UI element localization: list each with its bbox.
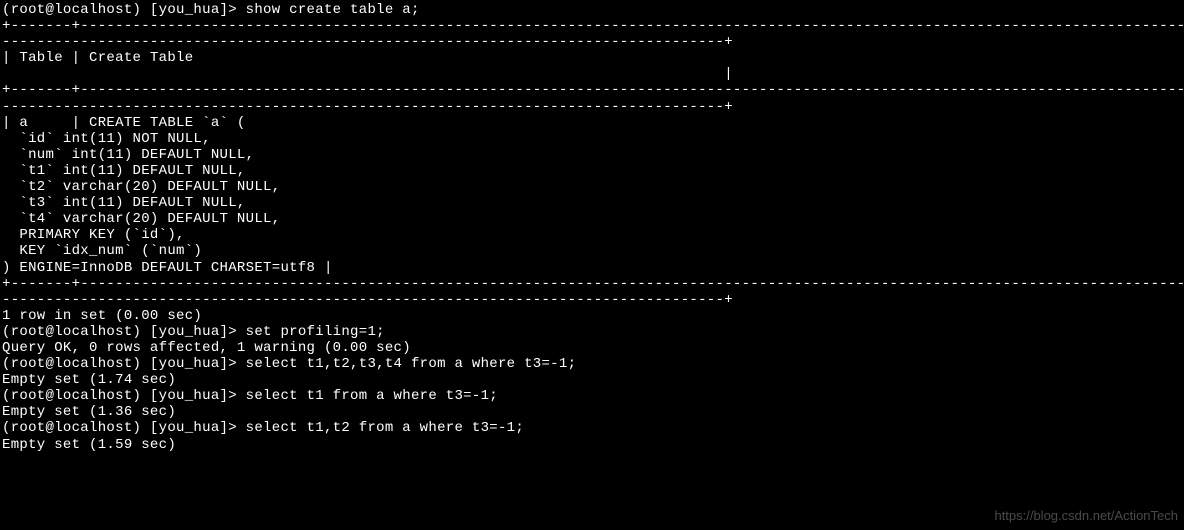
terminal-line: `id` int(11) NOT NULL,: [2, 131, 1182, 147]
terminal-line: (root@localhost) [you_hua]> select t1,t2…: [2, 420, 1182, 436]
terminal-output: (root@localhost) [you_hua]> show create …: [2, 2, 1182, 453]
terminal-line: | Table | Create Table: [2, 50, 1182, 66]
terminal-line: Query OK, 0 rows affected, 1 warning (0.…: [2, 340, 1182, 356]
terminal-line: +-------+-------------------------------…: [2, 276, 1182, 292]
terminal-line: `t4` varchar(20) DEFAULT NULL,: [2, 211, 1182, 227]
terminal-line: +-------+-------------------------------…: [2, 18, 1182, 34]
terminal-line: 1 row in set (0.00 sec): [2, 308, 1182, 324]
terminal-line: (root@localhost) [you_hua]> select t1,t2…: [2, 356, 1182, 372]
terminal-line: KEY `idx_num` (`num`): [2, 243, 1182, 259]
terminal-line: Empty set (1.59 sec): [2, 437, 1182, 453]
terminal-line: `t3` int(11) DEFAULT NULL,: [2, 195, 1182, 211]
terminal-line: | a | CREATE TABLE `a` (: [2, 115, 1182, 131]
terminal-line: `num` int(11) DEFAULT NULL,: [2, 147, 1182, 163]
terminal-line: ----------------------------------------…: [2, 34, 1182, 50]
watermark-text: https://blog.csdn.net/ActionTech: [994, 509, 1178, 524]
terminal-line: |: [2, 66, 1182, 82]
terminal-line: ) ENGINE=InnoDB DEFAULT CHARSET=utf8 |: [2, 260, 1182, 276]
terminal-line: +-------+-------------------------------…: [2, 82, 1182, 98]
terminal-line: ----------------------------------------…: [2, 99, 1182, 115]
terminal-line: (root@localhost) [you_hua]> show create …: [2, 2, 1182, 18]
terminal-line: (root@localhost) [you_hua]> set profilin…: [2, 324, 1182, 340]
terminal-line: `t2` varchar(20) DEFAULT NULL,: [2, 179, 1182, 195]
terminal-line: ----------------------------------------…: [2, 292, 1182, 308]
terminal-line: Empty set (1.36 sec): [2, 404, 1182, 420]
terminal-line: `t1` int(11) DEFAULT NULL,: [2, 163, 1182, 179]
terminal-line: (root@localhost) [you_hua]> select t1 fr…: [2, 388, 1182, 404]
terminal-line: Empty set (1.74 sec): [2, 372, 1182, 388]
terminal-line: PRIMARY KEY (`id`),: [2, 227, 1182, 243]
